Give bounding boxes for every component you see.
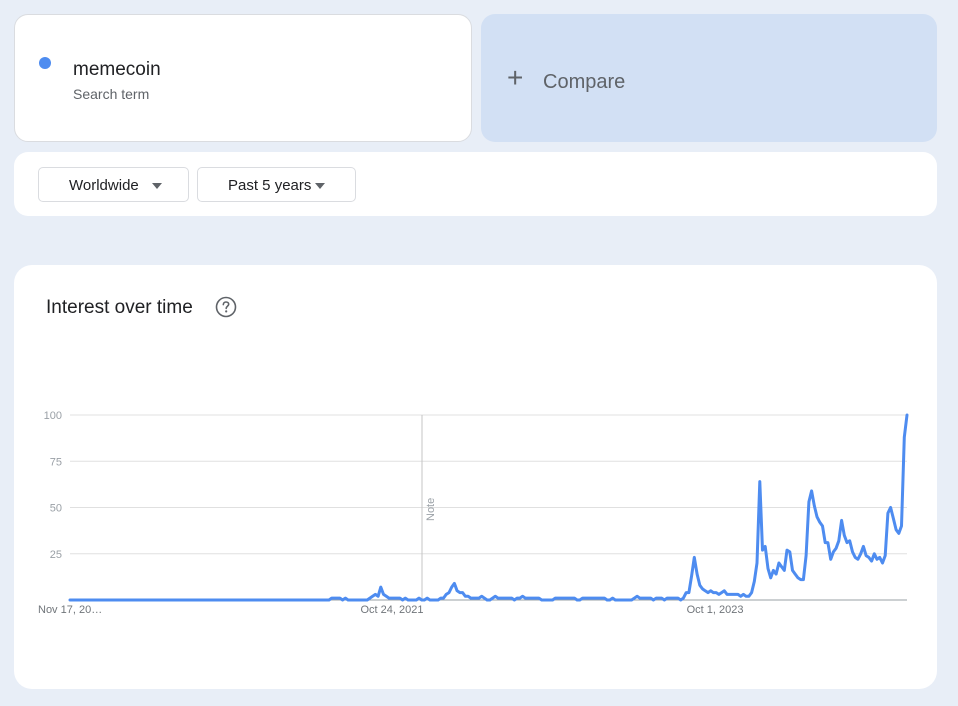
y-tick-label: 75 [50, 456, 62, 468]
search-term-subtitle: Search term [73, 86, 150, 102]
caret-down-icon [152, 183, 162, 189]
time-range-dropdown[interactable]: Past 5 years [197, 167, 356, 202]
caret-down-icon [315, 183, 325, 189]
interest-over-time-card: Interest over time 100 75 50 25 Note Nov 17, … [14, 265, 937, 689]
note-label: Note [425, 498, 437, 521]
search-term-card[interactable]: memecoin Search term [14, 14, 472, 142]
compare-button[interactable]: + Compare [481, 14, 937, 142]
y-tick-label: 100 [44, 410, 62, 422]
region-dropdown-label: Worldwide [69, 177, 139, 194]
y-tick-label: 50 [50, 503, 62, 515]
search-term-name[interactable]: memecoin [73, 59, 161, 81]
y-tick-label: 25 [50, 549, 62, 561]
plus-icon: + [507, 62, 524, 93]
x-tick-label: Oct 1, 2023 [687, 604, 744, 616]
region-dropdown[interactable]: Worldwide [38, 167, 189, 202]
x-tick-label: Oct 24, 2021 [361, 604, 424, 616]
x-tick-label: Nov 17, 20… [38, 604, 102, 616]
filter-bar: Worldwide Past 5 years [14, 152, 937, 216]
time-range-dropdown-label: Past 5 years [228, 177, 312, 194]
compare-label: Compare [543, 71, 626, 93]
series-color-dot [39, 57, 51, 69]
line-chart[interactable]: 100 75 50 25 Note Nov 17, 20… Oct 24, 2021 Oct … [14, 265, 937, 689]
